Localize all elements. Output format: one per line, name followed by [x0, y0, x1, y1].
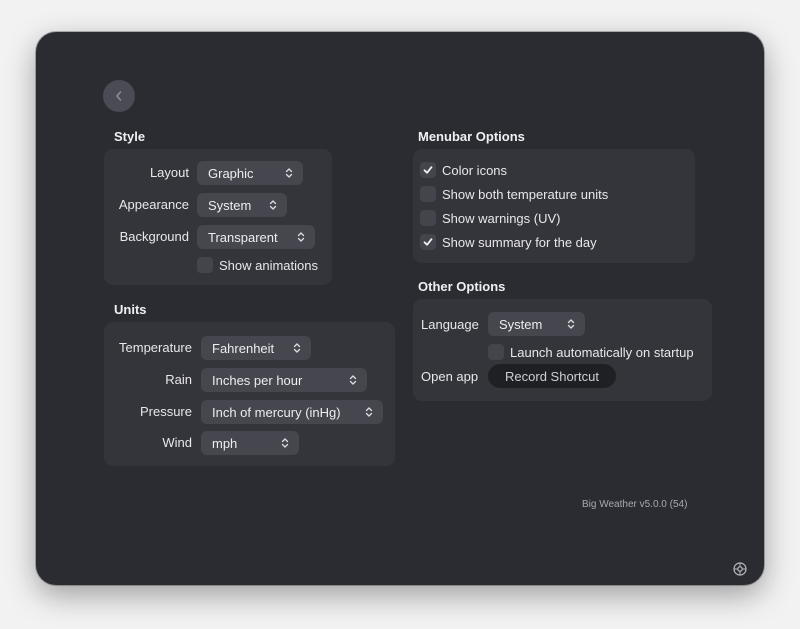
other-panel: Language System Launch automatically on …: [413, 299, 712, 401]
up-down-chevron-icon: [285, 168, 293, 178]
checkbox-box: [420, 186, 436, 202]
layout-value: Graphic: [208, 165, 254, 181]
temperature-value: Fahrenheit: [212, 340, 275, 356]
wind-select[interactable]: mph: [201, 431, 299, 455]
wind-value: mph: [212, 435, 238, 451]
launch-on-startup-checkbox[interactable]: Launch automatically on startup: [488, 344, 694, 360]
background-value: Transparent: [208, 229, 278, 245]
language-label: Language: [421, 317, 479, 332]
wind-label: Wind: [162, 435, 192, 450]
background-label: Background: [119, 229, 189, 244]
checkbox-box: [488, 344, 504, 360]
back-button[interactable]: [103, 80, 135, 112]
up-down-chevron-icon: [349, 375, 357, 385]
pressure-label: Pressure: [139, 404, 192, 419]
chevron-left-icon: [116, 91, 122, 101]
checkbox-box: [420, 234, 436, 250]
appearance-label: Appearance: [118, 197, 189, 212]
pressure-select[interactable]: Inch of mercury (inHg): [201, 400, 383, 424]
language-value: System: [499, 316, 543, 332]
up-down-chevron-icon: [567, 319, 575, 329]
rain-select[interactable]: Inches per hour: [201, 368, 367, 392]
show-summary-label: Show summary for the day: [442, 234, 597, 250]
up-down-chevron-icon: [293, 343, 301, 353]
menubar-panel: Color icons Show both temperature units …: [413, 149, 695, 263]
temperature-label: Temperature: [119, 340, 192, 355]
launch-on-startup-label: Launch automatically on startup: [510, 344, 694, 360]
temperature-select[interactable]: Fahrenheit: [201, 336, 311, 360]
up-down-chevron-icon: [297, 232, 305, 242]
style-panel: Layout Graphic Appearance System Backgro…: [104, 149, 332, 285]
rain-value: Inches per hour: [212, 372, 303, 388]
background-select[interactable]: Transparent: [197, 225, 315, 249]
gear-icon[interactable]: [732, 561, 748, 577]
settings-window: Style Layout Graphic Appearance System B…: [36, 32, 764, 585]
up-down-chevron-icon: [269, 200, 277, 210]
color-icons-checkbox[interactable]: Color icons: [420, 162, 507, 178]
style-section-title: Style: [114, 129, 146, 144]
layout-label: Layout: [149, 165, 189, 180]
checkmark-icon: [423, 166, 433, 174]
checkbox-box: [420, 162, 436, 178]
pressure-value: Inch of mercury (inHg): [212, 404, 341, 420]
layout-select[interactable]: Graphic: [197, 161, 303, 185]
appearance-value: System: [208, 197, 252, 213]
units-panel: Temperature Fahrenheit Rain Inches per h…: [104, 322, 395, 466]
show-animations-label: Show animations: [219, 257, 318, 273]
menubar-section-title: Menubar Options: [418, 129, 525, 144]
rain-label: Rain: [165, 372, 192, 387]
show-animations-checkbox[interactable]: Show animations: [197, 257, 318, 273]
checkmark-icon: [423, 238, 433, 246]
show-warnings-checkbox[interactable]: Show warnings (UV): [420, 210, 561, 226]
version-label: Big Weather v5.0.0 (54): [582, 499, 688, 510]
open-app-label: Open app: [421, 369, 479, 384]
color-icons-label: Color icons: [442, 162, 508, 178]
up-down-chevron-icon: [365, 407, 373, 417]
up-down-chevron-icon: [281, 438, 289, 448]
appearance-select[interactable]: System: [197, 193, 287, 217]
show-summary-checkbox[interactable]: Show summary for the day: [420, 234, 597, 250]
show-warnings-label: Show warnings (UV): [442, 210, 561, 226]
other-section-title: Other Options: [418, 279, 506, 294]
show-both-units-checkbox[interactable]: Show both temperature units: [420, 186, 608, 202]
checkbox-box: [197, 257, 213, 273]
show-both-units-label: Show both temperature units: [442, 186, 609, 202]
checkbox-box: [420, 210, 436, 226]
record-shortcut-button[interactable]: Record Shortcut: [488, 364, 616, 388]
language-select[interactable]: System: [488, 312, 585, 336]
units-section-title: Units: [114, 302, 147, 317]
